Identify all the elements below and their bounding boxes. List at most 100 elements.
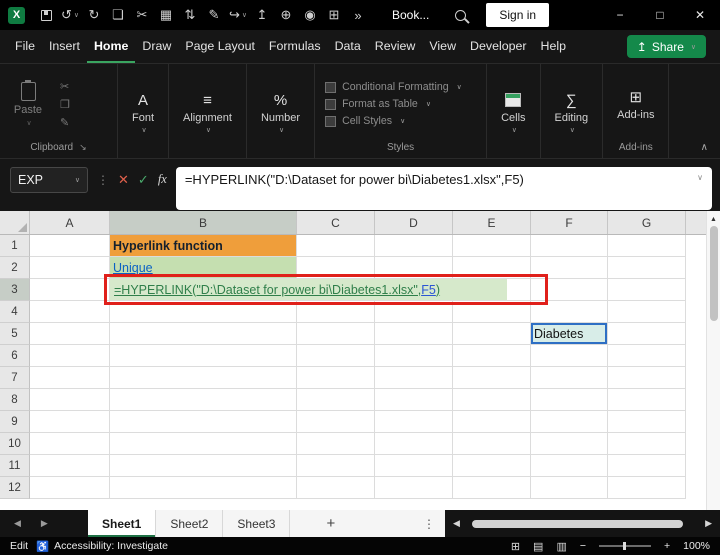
cell-A2[interactable] [30, 257, 110, 279]
menu-tab-view[interactable]: View [422, 30, 463, 63]
cell-A5[interactable] [30, 323, 110, 345]
cell-F4[interactable] [531, 301, 608, 323]
cell-D7[interactable] [375, 367, 453, 389]
menu-tab-formulas[interactable]: Formulas [262, 30, 328, 63]
cell-G8[interactable] [608, 389, 686, 411]
save-icon[interactable] [34, 3, 58, 27]
cell-C12[interactable] [297, 477, 375, 499]
cell-E11[interactable] [453, 455, 531, 477]
cell-D10[interactable] [375, 433, 453, 455]
clipboard-dialog-launcher-icon[interactable]: ↘ [79, 142, 87, 153]
cell-E1[interactable] [453, 235, 531, 257]
sheet-tab-sheet2[interactable]: Sheet2 [156, 510, 223, 537]
cell-E4[interactable] [453, 301, 531, 323]
sign-in-button[interactable]: Sign in [486, 3, 549, 27]
cell-G10[interactable] [608, 433, 686, 455]
column-header-D[interactable]: D [375, 211, 453, 234]
close-button[interactable]: ✕ [680, 0, 720, 30]
maximize-button[interactable]: □ [640, 0, 680, 30]
cell-B4[interactable] [110, 301, 297, 323]
cell-F3[interactable] [531, 279, 608, 301]
cell-D5[interactable] [375, 323, 453, 345]
zoom-out-icon[interactable]: − [580, 540, 586, 552]
cell-F1[interactable] [531, 235, 608, 257]
tab-options-icon[interactable]: ⋮ [423, 510, 445, 537]
zoom-in-icon[interactable]: + [664, 540, 670, 552]
cell-G2[interactable] [608, 257, 686, 279]
cell-F11[interactable] [531, 455, 608, 477]
sort-icon[interactable]: ⇅ [178, 3, 202, 27]
cell-F7[interactable] [531, 367, 608, 389]
cell-B2[interactable]: Unique [110, 257, 297, 279]
row-header-7[interactable]: 7 [0, 367, 30, 389]
cell-D11[interactable] [375, 455, 453, 477]
horizontal-scroll-thumb[interactable] [472, 520, 683, 528]
cell-A1[interactable] [30, 235, 110, 257]
page-layout-view-icon[interactable]: ▤ [533, 540, 543, 553]
cell-B6[interactable] [110, 345, 297, 367]
cell-C2[interactable] [297, 257, 375, 279]
vertical-scroll-thumb[interactable] [710, 226, 718, 321]
more-commands-icon[interactable]: » [346, 3, 370, 27]
row-header-5[interactable]: 5 [0, 323, 30, 345]
row-header-10[interactable]: 10 [0, 433, 30, 455]
cell-F8[interactable] [531, 389, 608, 411]
prev-sheet-icon[interactable]: ◀ [14, 518, 21, 529]
row-header-8[interactable]: 8 [0, 389, 30, 411]
cell-G5[interactable] [608, 323, 686, 345]
cell-C10[interactable] [297, 433, 375, 455]
cell-F12[interactable] [531, 477, 608, 499]
menu-tab-home[interactable]: Home [87, 30, 135, 63]
scroll-left-icon[interactable]: ◀ [453, 518, 460, 529]
cell-styles-button[interactable]: Cell Styles∨ [325, 115, 476, 127]
cell-F9[interactable] [531, 411, 608, 433]
cell-B3-formula-overlay[interactable]: =HYPERLINK("D:\Dataset for power bi\Diab… [110, 279, 507, 301]
cell-B10[interactable] [110, 433, 297, 455]
cell-E12[interactable] [453, 477, 531, 499]
cell-B9[interactable] [110, 411, 297, 433]
cell-C11[interactable] [297, 455, 375, 477]
normal-view-icon[interactable]: ⊞ [511, 540, 520, 553]
addins-button[interactable]: ⊞ Add-ins [607, 67, 664, 141]
row-header-12[interactable]: 12 [0, 477, 30, 499]
share-up-icon[interactable]: ↥ [250, 3, 274, 27]
cell-A7[interactable] [30, 367, 110, 389]
cells-button[interactable]: Cells ∨ [491, 67, 535, 157]
format-painter-icon[interactable]: ✎ [202, 3, 226, 27]
menu-tab-developer[interactable]: Developer [463, 30, 533, 63]
zoom-slider-thumb[interactable] [623, 542, 626, 550]
font-button[interactable]: A Font ∨ [122, 67, 164, 157]
cell-A8[interactable] [30, 389, 110, 411]
row-header-2[interactable]: 2 [0, 257, 30, 279]
cell-G4[interactable] [608, 301, 686, 323]
cell-C5[interactable] [297, 323, 375, 345]
cut-icon[interactable]: ✂ [60, 80, 70, 93]
redo-icon[interactable]: ↻ [82, 3, 106, 27]
cell-C7[interactable] [297, 367, 375, 389]
cell-E8[interactable] [453, 389, 531, 411]
cell-C8[interactable] [297, 389, 375, 411]
cell-C4[interactable] [297, 301, 375, 323]
menu-tab-draw[interactable]: Draw [135, 30, 178, 63]
camera-icon[interactable]: ◉ [298, 3, 322, 27]
cell-E5[interactable] [453, 323, 531, 345]
cell-D1[interactable] [375, 235, 453, 257]
new-file-icon[interactable]: ❏ [106, 3, 130, 27]
cell-A10[interactable] [30, 433, 110, 455]
cell-G6[interactable] [608, 345, 686, 367]
column-header-C[interactable]: C [297, 211, 375, 234]
format-painter-icon[interactable]: ✎ [60, 116, 70, 129]
cell-B8[interactable] [110, 389, 297, 411]
scroll-right-icon[interactable]: ▶ [705, 518, 712, 529]
cell-F6[interactable] [531, 345, 608, 367]
formula-input[interactable]: =HYPERLINK("D:\Dataset for power bi\Diab… [176, 167, 712, 210]
menu-tab-review[interactable]: Review [368, 30, 423, 63]
scroll-up-icon[interactable]: ▲ [710, 211, 717, 226]
collapse-ribbon-icon[interactable]: ∧ [701, 142, 708, 153]
zoom-level[interactable]: 100% [683, 540, 710, 552]
select-all-button[interactable] [0, 211, 30, 234]
cell-A12[interactable] [30, 477, 110, 499]
cell-C9[interactable] [297, 411, 375, 433]
cell-B1[interactable]: Hyperlink function [110, 235, 297, 257]
next-sheet-icon[interactable]: ▶ [41, 518, 48, 529]
